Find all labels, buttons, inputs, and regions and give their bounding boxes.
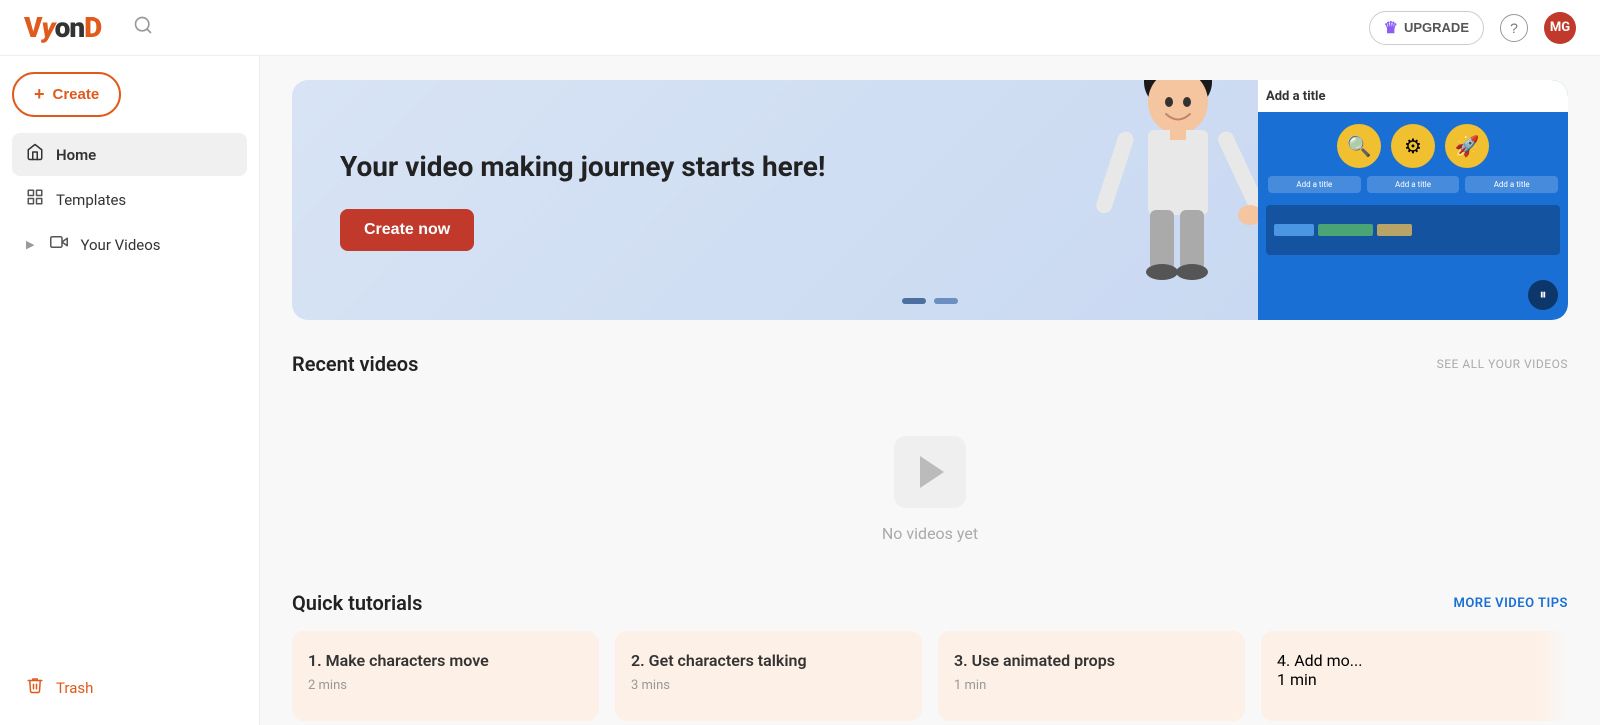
hero-visual: Add a title 🔍 ⚙ 🚀 Add a title Add a titl… [1068, 80, 1568, 320]
home-label: Home [56, 146, 96, 164]
slide-thumb-1: Add a title [1268, 176, 1361, 193]
see-all-videos-link[interactable]: SEE ALL YOUR VIDEOS [1437, 357, 1568, 371]
tutorial-card-3[interactable]: 3. Use animated props 1 min [938, 631, 1245, 721]
upgrade-label: UPGRADE [1404, 20, 1469, 35]
editor-icon-1: 🔍 [1337, 124, 1381, 168]
avatar[interactable]: MG [1544, 12, 1576, 44]
layout: + Create Home Templates [0, 56, 1600, 725]
tutorial-title-2: 2. Get characters talking [631, 651, 906, 670]
hero-dots [902, 298, 958, 304]
slide-thumb-3: Add a title [1465, 176, 1558, 193]
sidebar-item-templates[interactable]: Templates [12, 178, 247, 221]
hero-banner: Your video making journey starts here! C… [292, 80, 1568, 320]
crown-icon: ♛ [1384, 18, 1398, 38]
search-bar [133, 15, 533, 40]
empty-state: No videos yet [292, 396, 1568, 583]
tutorial-title-1: 1. Make characters move [308, 651, 583, 670]
sidebar: + Create Home Templates [0, 56, 260, 725]
tutorial-duration-1: 2 mins [308, 678, 583, 693]
tutorials-header: Quick tutorials MORE VIDEO TIPS [292, 591, 1568, 615]
your-videos-icon [50, 233, 68, 256]
editor-icon-2: ⚙ [1391, 124, 1435, 168]
recent-videos-title: Recent videos [292, 352, 418, 376]
plus-icon: + [34, 84, 45, 105]
empty-video-icon [894, 436, 966, 508]
hero-dot-2[interactable] [934, 298, 958, 304]
editor-add-title: Add a title [1266, 89, 1326, 104]
tutorial-title-4: 4. Add mo... [1277, 651, 1552, 670]
hero-dot-1[interactable] [902, 298, 926, 304]
help-button[interactable]: ? [1500, 14, 1528, 42]
trash-label: Trash [56, 679, 93, 697]
tutorials-title: Quick tutorials [292, 591, 422, 615]
tutorial-card-4[interactable]: 4. Add mo... 1 min [1261, 631, 1568, 721]
your-videos-label: Your Videos [80, 236, 160, 254]
sidebar-item-your-videos[interactable]: ▶ Your Videos [12, 223, 247, 266]
editor-icon-3: 🚀 [1445, 124, 1489, 168]
header-right: ♛ UPGRADE ? MG [1369, 11, 1576, 45]
upgrade-button[interactable]: ♛ UPGRADE [1369, 11, 1484, 45]
expand-icon: ▶ [26, 238, 34, 251]
templates-icon [26, 188, 44, 211]
hero-text-section: Your video making journey starts here! C… [292, 80, 1068, 320]
pause-button[interactable]: ⏸ [1528, 280, 1558, 310]
templates-label: Templates [56, 191, 126, 209]
hero-title: Your video making journey starts here! [340, 149, 1020, 185]
play-triangle-icon [920, 456, 944, 488]
empty-text: No videos yet [882, 524, 978, 543]
sidebar-nav: Home Templates ▶ Your Videos [12, 133, 247, 268]
avatar-initials: MG [1550, 20, 1570, 35]
editor-slide-row: Add a title Add a title Add a title [1258, 172, 1568, 197]
create-label: Create [53, 86, 100, 103]
sidebar-item-home[interactable]: Home [12, 133, 247, 176]
sidebar-bottom: Trash [12, 666, 247, 709]
editor-top-bar: Add a title [1258, 80, 1568, 112]
create-button[interactable]: + Create [12, 72, 121, 117]
trash-item[interactable]: Trash [12, 666, 247, 709]
tutorial-card-1[interactable]: 1. Make characters move 2 mins [292, 631, 599, 721]
tutorial-duration-4: 1 min [1277, 670, 1552, 689]
recent-videos-section: Recent videos SEE ALL YOUR VIDEOS No vid… [292, 352, 1568, 583]
more-tips-link[interactable]: MORE VIDEO TIPS [1453, 596, 1568, 611]
slide-thumb-2: Add a title [1367, 176, 1460, 193]
tutorial-duration-2: 3 mins [631, 678, 906, 693]
search-icon [133, 15, 153, 40]
tutorial-title-3: 3. Use animated props [954, 651, 1229, 670]
tutorials-grid: 1. Make characters move 2 mins 2. Get ch… [292, 631, 1568, 721]
help-label: ? [1510, 20, 1518, 36]
header: VyonD ♛ UPGRADE ? MG [0, 0, 1600, 56]
tutorial-duration-3: 1 min [954, 678, 1229, 693]
logo-text: VyonD [24, 11, 101, 44]
main-content: Your video making journey starts here! C… [260, 56, 1600, 725]
editor-timeline [1266, 205, 1560, 255]
logo: VyonD [24, 11, 101, 44]
trash-icon [26, 676, 44, 699]
hero-cta-button[interactable]: Create now [340, 209, 474, 251]
recent-videos-header: Recent videos SEE ALL YOUR VIDEOS [292, 352, 1568, 376]
hero-cta-label: Create now [364, 221, 450, 238]
tutorial-card-2[interactable]: 2. Get characters talking 3 mins [615, 631, 922, 721]
editor-preview: Add a title 🔍 ⚙ 🚀 Add a title Add a titl… [1258, 80, 1568, 320]
home-icon [26, 143, 44, 166]
tutorials-section: Quick tutorials MORE VIDEO TIPS 1. Make … [292, 591, 1568, 721]
